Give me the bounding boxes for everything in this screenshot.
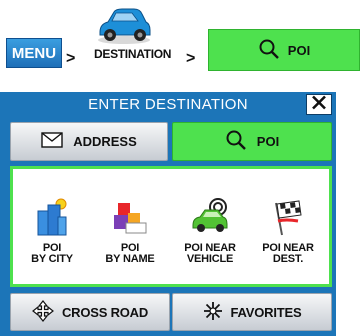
cross-road-button[interactable]: CROSS ROAD xyxy=(10,293,170,331)
envelope-icon xyxy=(41,132,63,151)
close-button[interactable] xyxy=(306,94,332,115)
poi-by-city-option[interactable]: POI BY CITY xyxy=(17,179,87,274)
poi-near-vehicle-option[interactable]: POI NEAR VEHICLE xyxy=(175,179,245,274)
breadcrumb-poi-label: POI xyxy=(287,42,311,58)
poi-near-dest-option[interactable]: POI NEAR DEST. xyxy=(253,179,323,274)
blocks-name-icon xyxy=(110,197,150,237)
search-icon xyxy=(225,129,247,154)
search-icon xyxy=(258,38,280,63)
cross-road-label: CROSS ROAD xyxy=(61,304,149,320)
tab-address-label: ADDRESS xyxy=(73,134,137,149)
poi-near-vehicle-label: POI NEAR VEHICLE xyxy=(184,243,236,265)
favorites-button[interactable]: FAVORITES xyxy=(172,293,332,331)
window-titlebar: ENTER DESTINATION xyxy=(0,92,336,116)
poi-options-grid: POI BY CITY POI BY NAME POI NEAR VEHICLE… xyxy=(10,166,332,287)
tab-address[interactable]: ADDRESS xyxy=(10,122,168,161)
breadcrumb-separator: > xyxy=(66,50,76,67)
poi-by-name-option[interactable]: POI BY NAME xyxy=(95,179,165,274)
breadcrumb-destination[interactable]: DESTINATION xyxy=(94,47,171,61)
favorites-label: FAVORITES xyxy=(230,304,302,320)
menu-button[interactable]: MENU xyxy=(6,38,62,68)
breadcrumb-poi-button[interactable]: POI xyxy=(208,29,360,71)
tab-poi[interactable]: POI xyxy=(172,122,332,161)
car-target-icon xyxy=(190,197,230,237)
crossroad-icon xyxy=(31,299,54,325)
breadcrumb-separator: > xyxy=(186,50,196,67)
option-line2: BY CITY xyxy=(31,253,73,265)
close-icon xyxy=(311,95,327,114)
window-title: ENTER DESTINATION xyxy=(88,95,248,113)
poi-near-dest-label: POI NEAR DEST. xyxy=(262,243,314,265)
option-line2: DEST. xyxy=(272,253,304,265)
poi-by-city-label: POI BY CITY xyxy=(31,243,73,265)
tab-poi-label: POI xyxy=(256,134,280,149)
option-line2: BY NAME xyxy=(105,253,155,265)
checkered-flag-icon xyxy=(268,197,308,237)
favorites-star-icon xyxy=(203,301,223,324)
poi-by-name-label: POI BY NAME xyxy=(105,243,154,265)
car-icon xyxy=(94,2,154,46)
option-line2: VEHICLE xyxy=(186,253,234,265)
city-buildings-icon xyxy=(32,197,72,237)
